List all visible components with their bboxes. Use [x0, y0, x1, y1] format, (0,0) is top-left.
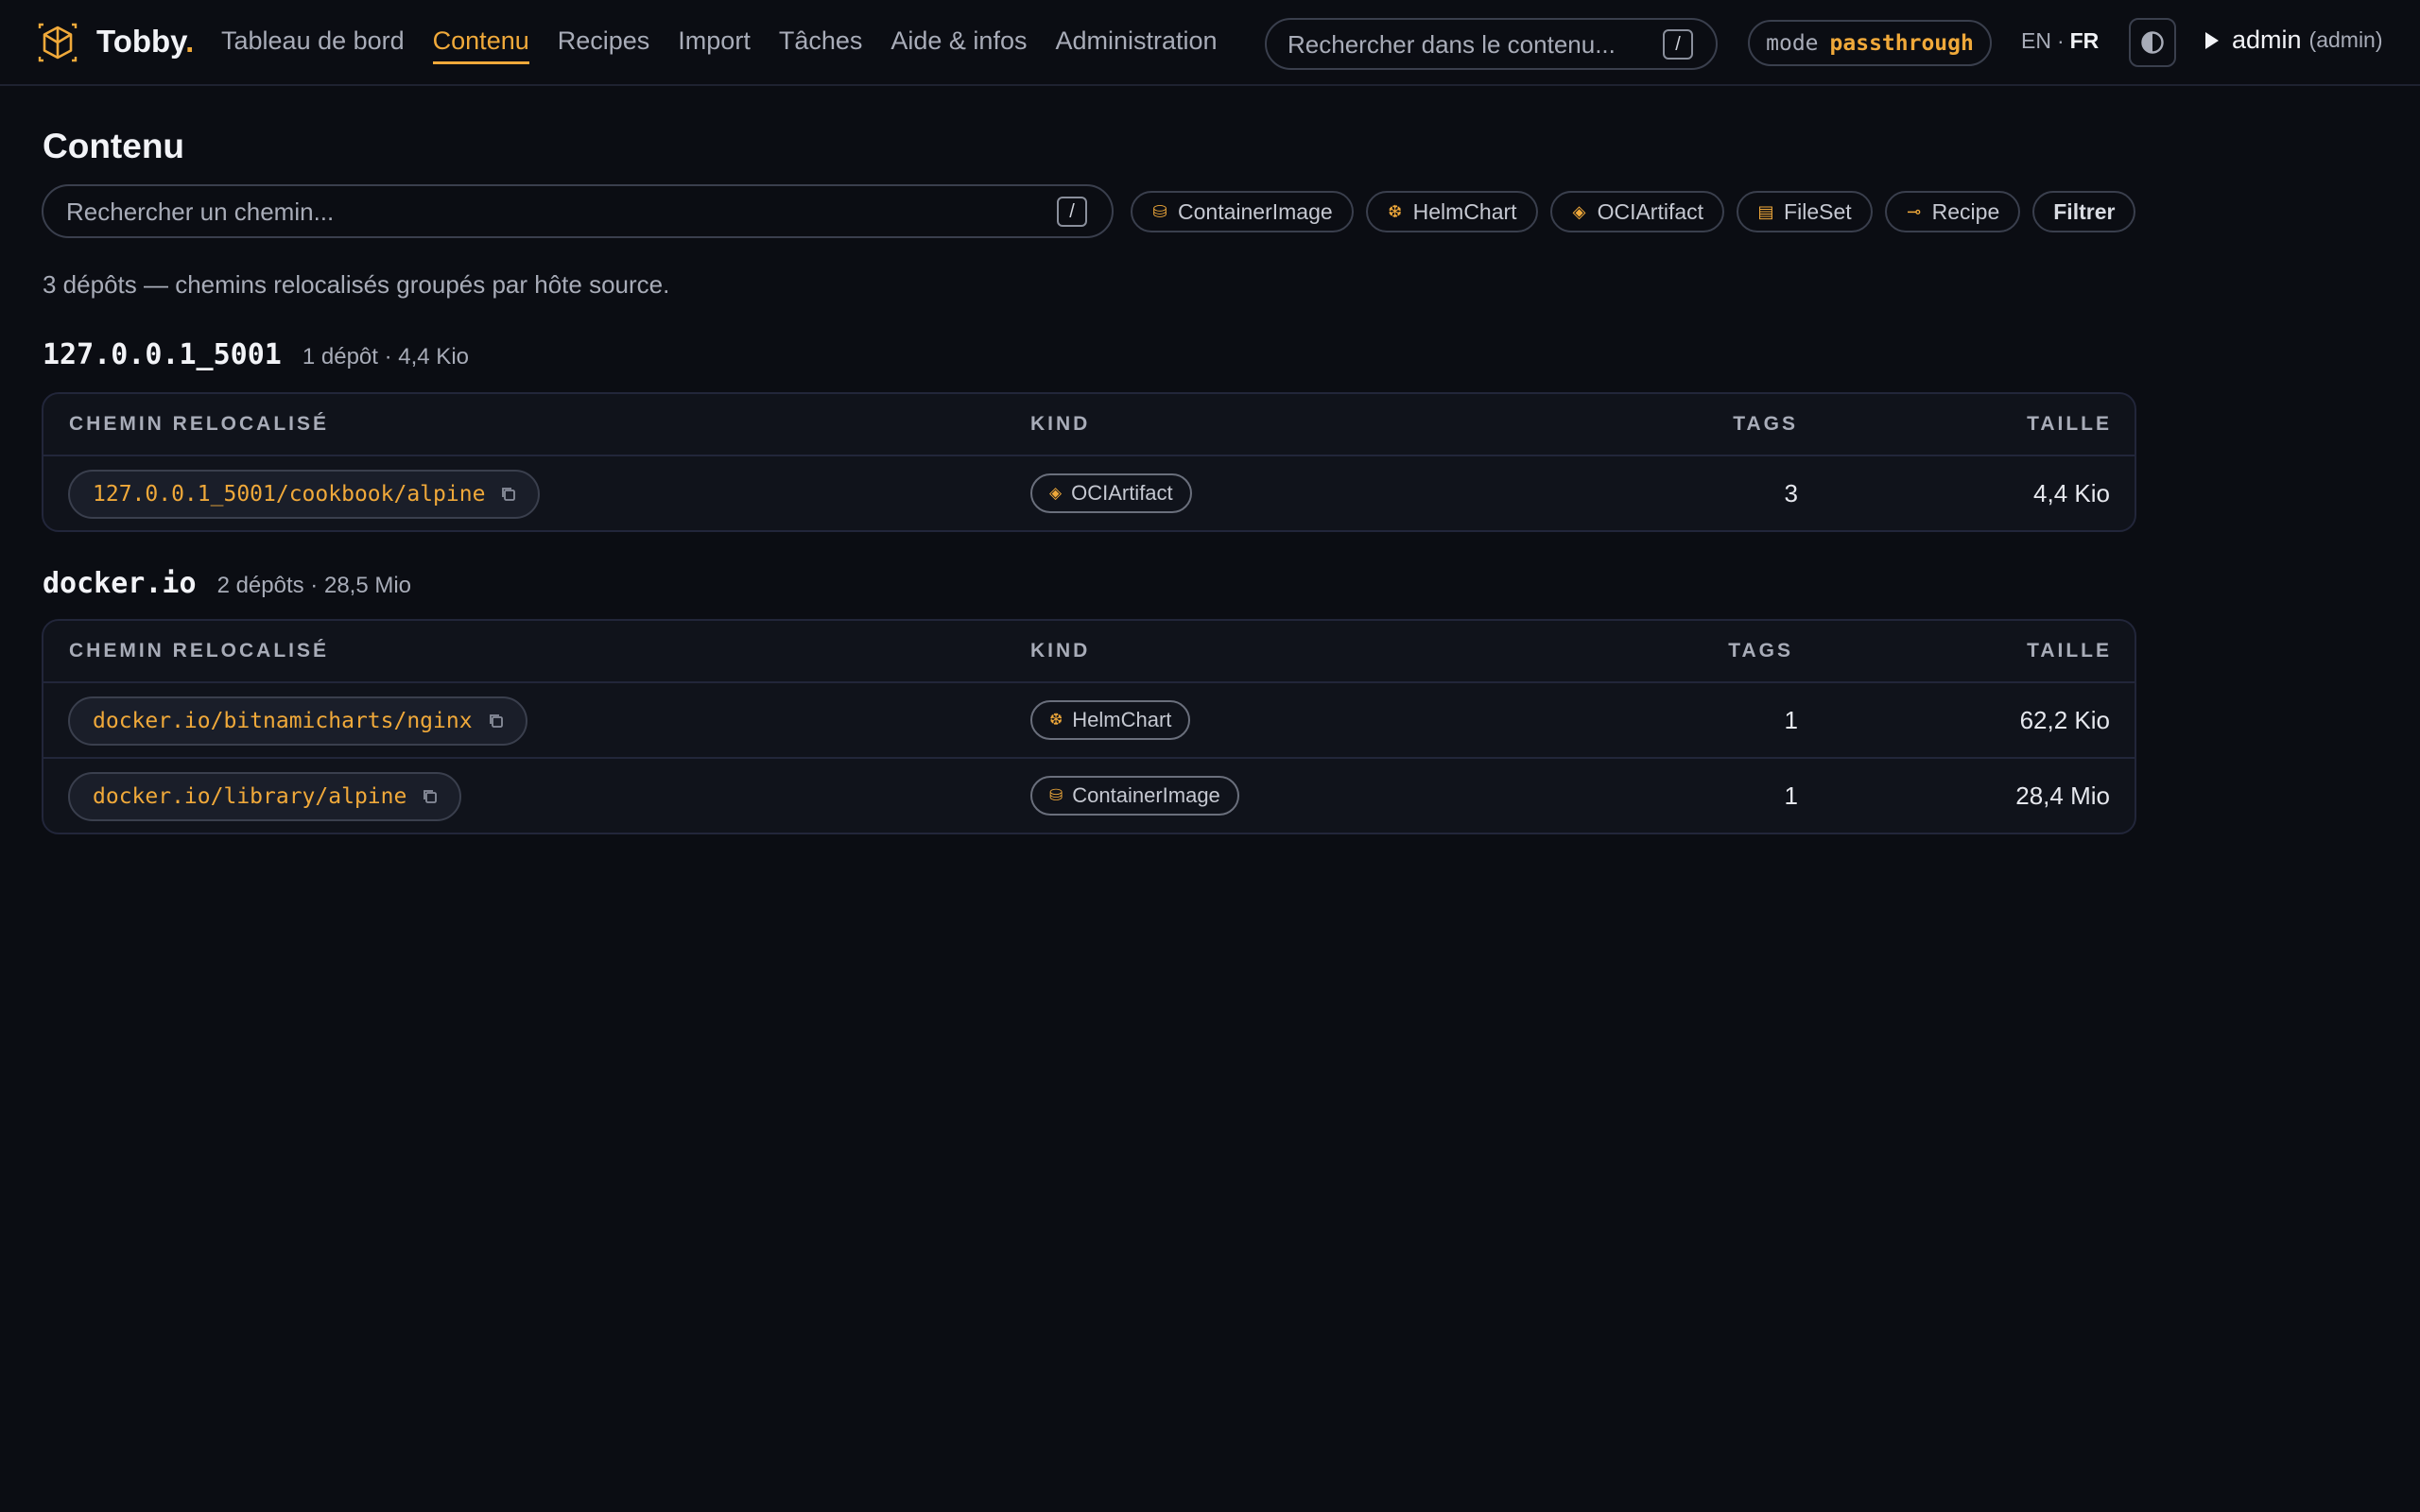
cube-logo-icon — [38, 23, 78, 62]
global-search-input[interactable] — [1288, 29, 1656, 60]
mode-label: mode — [1766, 30, 1819, 56]
group-header: docker.io 2 dépôts · 28,5 Mio — [43, 567, 411, 600]
user-role: (admin) — [2308, 27, 2383, 52]
user-name: admin — [2232, 26, 2302, 54]
chip-label: Recipe — [1931, 198, 2000, 224]
chip-recipe[interactable]: ⊸ Recipe — [1884, 191, 2021, 232]
repo-table: CHEMIN RELOCALISÉ KIND TAGS TAILLE 127.0… — [42, 392, 2136, 532]
chip-label: ContainerImage — [1178, 198, 1333, 224]
kind-label: ContainerImage — [1072, 783, 1220, 807]
column-path: CHEMIN RELOCALISÉ — [69, 413, 330, 435]
kind-badge: ❆ HelmChart — [1030, 700, 1191, 740]
table-row: 127.0.0.1_5001/cookbook/alpine ◈ OCIArti… — [43, 455, 2135, 530]
theme-toggle-button[interactable] — [2129, 18, 2176, 67]
group-meta: 2 dépôts · 28,5 Mio — [216, 573, 412, 598]
column-kind: KIND — [1030, 640, 1091, 662]
mode-value: passthrough — [1829, 30, 1974, 56]
page-title: Contenu — [43, 127, 185, 165]
chip-helmchart[interactable]: ❆ HelmChart — [1365, 191, 1538, 232]
nav-content[interactable]: Contenu — [432, 0, 529, 86]
chip-ociartifact[interactable]: ◈ OCIArtifact — [1549, 191, 1725, 232]
container-image-icon: ⛁ — [1152, 201, 1167, 221]
recipe-icon: ⊸ — [1907, 201, 1922, 221]
top-bar: Tobby. Tableau de bord Contenu Recipes I… — [0, 0, 2420, 86]
path-search: / — [42, 184, 1114, 238]
brand-text: Tobby — [96, 24, 186, 59]
column-tags: TAGS — [1728, 640, 1793, 662]
file-set-icon: ▤ — [1757, 201, 1774, 221]
nav-import[interactable]: Import — [678, 0, 751, 86]
logo[interactable] — [38, 23, 78, 62]
path-search-shortcut-key: / — [1057, 197, 1087, 227]
group-host: 127.0.0.1_5001 — [43, 338, 282, 371]
copy-icon[interactable] — [422, 788, 439, 805]
table-row: docker.io/bitnamicharts/nginx ❆ HelmChar… — [43, 681, 2135, 757]
relocated-path: docker.io/library/alpine — [93, 784, 407, 809]
copy-icon[interactable] — [500, 486, 517, 503]
repo-size: 4,4 Kio — [2033, 479, 2110, 507]
language-switcher: EN · FR — [2021, 28, 2099, 54]
caret-right-icon — [2205, 31, 2219, 49]
chip-label: HelmChart — [1412, 198, 1517, 224]
path-search-input[interactable] — [66, 197, 1049, 227]
filter-button[interactable]: Filtrer — [2032, 191, 2136, 232]
group-host: docker.io — [43, 567, 197, 600]
path-copy-pill[interactable]: docker.io/library/alpine — [68, 772, 462, 821]
relocated-path: 127.0.0.1_5001/cookbook/alpine — [93, 482, 486, 507]
table-row: docker.io/library/alpine ⛁ ContainerImag… — [43, 757, 2135, 833]
repo-table: CHEMIN RELOCALISÉ KIND TAGS TAILLE docke… — [42, 619, 2136, 834]
main-nav: Tableau de bord Contenu Recipes Import T… — [221, 0, 1246, 86]
column-path: CHEMIN RELOCALISÉ — [69, 640, 330, 662]
repo-summary: 3 dépôts — chemins relocalisés groupés p… — [43, 270, 670, 299]
container-image-icon: ⛁ — [1049, 786, 1063, 804]
path-copy-pill[interactable]: 127.0.0.1_5001/cookbook/alpine — [68, 470, 541, 519]
mode-badge: mode passthrough — [1748, 20, 1992, 66]
relocated-path: docker.io/bitnamicharts/nginx — [93, 709, 473, 733]
tags-count: 1 — [1784, 706, 1798, 734]
kind-filter-chips: ⛁ ContainerImage ❆ HelmChart ◈ OCIArtifa… — [1131, 191, 2136, 232]
column-size: TAILLE — [2027, 413, 2112, 435]
kind-label: OCIArtifact — [1071, 481, 1173, 505]
nav-help[interactable]: Aide & infos — [890, 0, 1027, 86]
nav-tasks[interactable]: Tâches — [779, 0, 863, 86]
lang-en[interactable]: EN — [2021, 28, 2051, 53]
chip-containerimage[interactable]: ⛁ ContainerImage — [1131, 191, 1354, 232]
repo-size: 62,2 Kio — [2019, 706, 2110, 734]
chip-label: OCIArtifact — [1597, 198, 1704, 224]
oci-artifact-icon: ◈ — [1049, 484, 1063, 502]
repo-size: 28,4 Mio — [2015, 782, 2110, 810]
chip-label: FileSet — [1784, 198, 1852, 224]
column-kind: KIND — [1030, 413, 1091, 435]
helm-chart-icon: ❆ — [1388, 201, 1403, 221]
nav-recipes[interactable]: Recipes — [558, 0, 650, 86]
nav-administration[interactable]: Administration — [1055, 0, 1217, 86]
nav-dashboard[interactable]: Tableau de bord — [221, 0, 405, 86]
table-header-row: CHEMIN RELOCALISÉ KIND TAGS TAILLE — [43, 394, 2135, 455]
path-copy-pill[interactable]: docker.io/bitnamicharts/nginx — [68, 696, 527, 746]
column-size: TAILLE — [2027, 640, 2112, 662]
group-meta: 1 dépôt · 4,4 Kio — [302, 344, 469, 369]
search-shortcut-key: / — [1663, 29, 1693, 60]
kind-label: HelmChart — [1072, 708, 1172, 731]
global-search: / — [1265, 18, 1718, 70]
chip-fileset[interactable]: ▤ FileSet — [1737, 191, 1873, 232]
kind-badge: ◈ OCIArtifact — [1030, 473, 1192, 513]
lang-fr[interactable]: FR — [2070, 28, 2100, 53]
contrast-icon — [2141, 31, 2164, 54]
user-menu[interactable]: admin (admin) — [2205, 26, 2383, 55]
brand-name[interactable]: Tobby. — [96, 24, 194, 60]
column-tags: TAGS — [1733, 413, 1798, 435]
brand-dot: . — [185, 24, 195, 59]
table-header-row: CHEMIN RELOCALISÉ KIND TAGS TAILLE — [43, 621, 2135, 681]
helm-chart-icon: ❆ — [1049, 711, 1063, 729]
oci-artifact-icon: ◈ — [1572, 201, 1586, 221]
kind-badge: ⛁ ContainerImage — [1030, 776, 1239, 816]
tags-count: 1 — [1784, 782, 1798, 810]
copy-icon[interactable] — [488, 713, 505, 730]
group-header: 127.0.0.1_5001 1 dépôt · 4,4 Kio — [43, 338, 469, 371]
tags-count: 3 — [1784, 479, 1798, 507]
lang-separator: · — [2056, 28, 2065, 53]
